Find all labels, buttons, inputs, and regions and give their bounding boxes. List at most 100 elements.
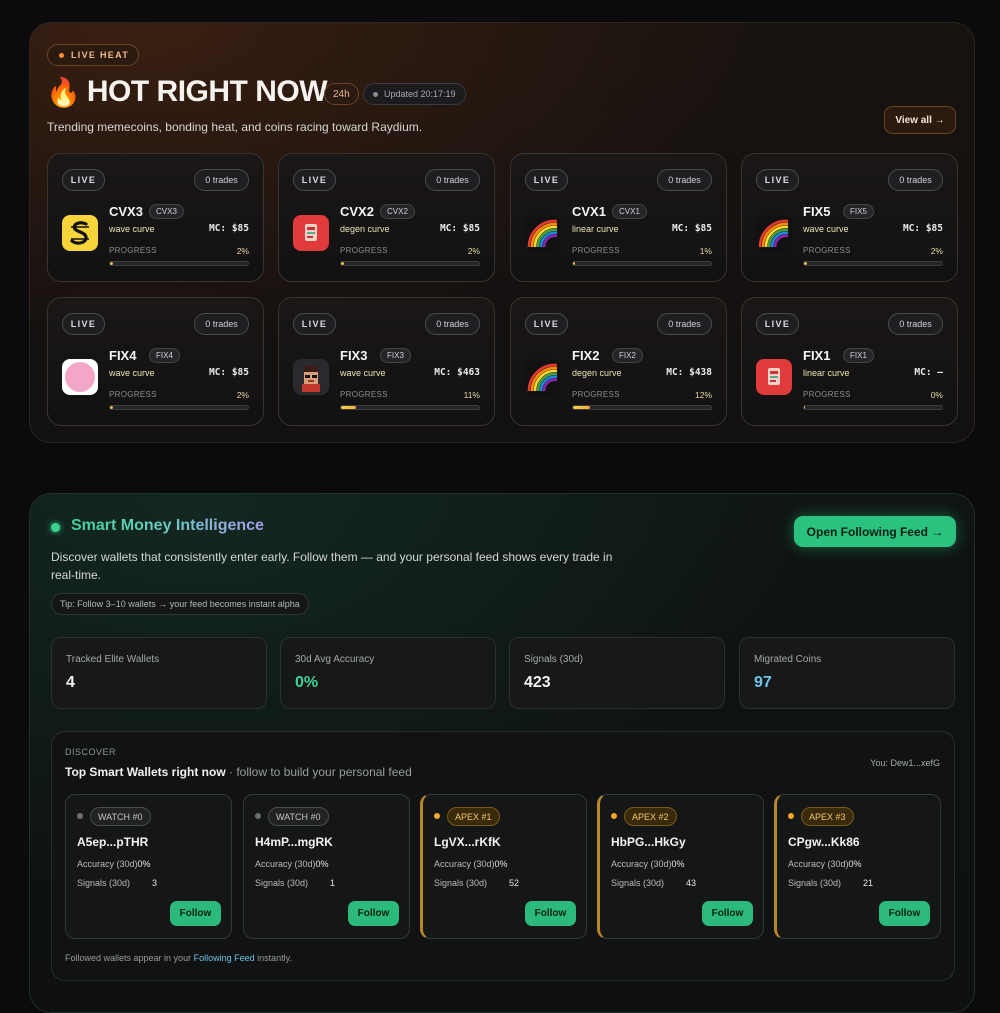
wallet-address[interactable]: CPgw...Kk86 bbox=[788, 835, 860, 849]
progress-bar bbox=[340, 405, 480, 410]
coin-card[interactable]: LIVE 0 trades FIX2 FIX2 degen curve MC: $438 P… bbox=[510, 297, 727, 426]
progress-fill bbox=[110, 406, 113, 409]
view-all-button[interactable]: View all → bbox=[884, 106, 956, 134]
accuracy-value: 0% bbox=[848, 859, 862, 869]
footnote-text: Followed wallets appear in your bbox=[65, 953, 194, 963]
coin-card[interactable]: LIVE 0 trades FIX4 FIX4 wave curve MC: $85 PRO… bbox=[47, 297, 264, 426]
signals-row: Signals (30d) 21 bbox=[788, 878, 873, 888]
live-badge: LIVE bbox=[525, 313, 568, 335]
follow-button[interactable]: Follow bbox=[702, 901, 753, 926]
follow-button[interactable]: Follow bbox=[879, 901, 930, 926]
follow-button[interactable]: Follow bbox=[348, 901, 399, 926]
rank-dot-icon bbox=[434, 813, 440, 819]
live-badge: LIVE bbox=[62, 313, 105, 335]
rank-badge: APEX #3 bbox=[801, 807, 854, 826]
following-feed-link[interactable]: Following Feed bbox=[194, 953, 255, 963]
discover-footnote: Followed wallets appear in your Followin… bbox=[65, 953, 292, 963]
discover-title-main: Top Smart Wallets right now bbox=[65, 765, 226, 779]
coin-card[interactable]: LIVE 0 trades CVX3 CVX3 wave curve MC: $85 PRO… bbox=[47, 153, 264, 282]
curve-type: wave curve bbox=[340, 368, 386, 378]
coin-card[interactable]: LIVE 0 trades CVX2 CVX2 degen curve MC: $85 PR… bbox=[278, 153, 495, 282]
signals-label: Signals (30d) bbox=[611, 878, 665, 888]
stat-label: 30d Avg Accuracy bbox=[295, 654, 375, 665]
wallet-card: APEX #1 LgVX...rKfK Accuracy (30d)0% Signal… bbox=[420, 794, 587, 939]
rank-dot-icon bbox=[788, 813, 794, 819]
accuracy-label: Accuracy (30d) bbox=[434, 859, 495, 869]
trades-count: 0 trades bbox=[657, 313, 712, 335]
discover-title-sub: · follow to build your personal feed bbox=[225, 765, 412, 779]
signals-value: 1 bbox=[330, 878, 336, 888]
progress-label: PROGRESS bbox=[340, 390, 388, 399]
wallet-address[interactable]: LgVX...rKfK bbox=[434, 835, 501, 849]
progress-label: PROGRESS bbox=[109, 390, 157, 399]
live-badge: LIVE bbox=[62, 169, 105, 191]
progress-label: PROGRESS bbox=[803, 246, 851, 255]
coin-name: CVX3 bbox=[109, 204, 143, 219]
current-user-wallet: You: Dew1...xefG bbox=[870, 758, 940, 768]
stat-card: Migrated Coins 97 bbox=[739, 637, 955, 709]
curve-type: degen curve bbox=[340, 224, 390, 234]
rainbow-icon bbox=[756, 215, 792, 251]
progress-bar bbox=[340, 261, 480, 266]
accuracy-value: 0% bbox=[315, 859, 329, 869]
discover-title: Top Smart Wallets right now · follow to … bbox=[65, 765, 412, 779]
market-cap: MC: — bbox=[914, 367, 943, 378]
trades-count: 0 trades bbox=[425, 313, 480, 335]
coin-card[interactable]: LIVE 0 trades FIX3 FIX3 wave curve MC: $463 PR… bbox=[278, 297, 495, 426]
wallet-card: APEX #2 HbPG...HkGy Accuracy (30d)0% Signal… bbox=[597, 794, 764, 939]
section-title: Smart Money Intelligence bbox=[71, 517, 264, 534]
hot-subtitle: Trending memecoins, bonding heat, and co… bbox=[47, 120, 423, 134]
coin-card[interactable]: LIVE 0 trades FIX1 FIX1 linear curve MC: — PRO… bbox=[741, 297, 958, 426]
signals-value: 52 bbox=[509, 878, 520, 888]
pink-circle-icon bbox=[62, 359, 98, 395]
coin-ticker: FIX1 bbox=[843, 348, 874, 363]
signals-row: Signals (30d) 3 bbox=[77, 878, 157, 888]
coin-ticker: FIX4 bbox=[149, 348, 180, 363]
accuracy-row: Accuracy (30d)0% bbox=[611, 859, 685, 869]
market-cap: MC: $85 bbox=[439, 223, 480, 234]
coin-name: FIX1 bbox=[803, 348, 831, 363]
rank-badge: APEX #2 bbox=[624, 807, 677, 826]
market-cap: MC: $463 bbox=[434, 367, 480, 378]
progress-bar bbox=[109, 261, 249, 266]
live-badge: LIVE bbox=[756, 169, 799, 191]
wallet-address[interactable]: H4mP...mgRK bbox=[255, 835, 333, 849]
open-following-feed-button[interactable]: Open Following Feed → bbox=[794, 516, 956, 547]
pixel-face-icon bbox=[293, 359, 329, 395]
progress-bar bbox=[109, 405, 249, 410]
wallet-card: WATCH #0 A5ep...pTHR Accuracy (30d)0% Signa… bbox=[65, 794, 232, 939]
progress-label: PROGRESS bbox=[803, 390, 851, 399]
accuracy-value: 0% bbox=[671, 859, 685, 869]
accuracy-row: Accuracy (30d)0% bbox=[255, 859, 329, 869]
progress-value: 11% bbox=[463, 390, 480, 400]
stat-card: 30d Avg Accuracy 0% bbox=[280, 637, 496, 709]
coin-name: CVX1 bbox=[572, 204, 606, 219]
progress-bar bbox=[803, 261, 943, 266]
rank-dot-icon bbox=[77, 813, 83, 819]
stat-value: 97 bbox=[754, 674, 772, 691]
trades-count: 0 trades bbox=[888, 169, 943, 191]
follow-button[interactable]: Follow bbox=[525, 901, 576, 926]
progress-fill bbox=[573, 406, 590, 409]
signals-label: Signals (30d) bbox=[255, 878, 309, 888]
progress-fill bbox=[341, 262, 344, 265]
wallet-address[interactable]: HbPG...HkGy bbox=[611, 835, 686, 849]
range-pill[interactable]: 24h bbox=[324, 83, 359, 105]
updated-pill: Updated 20:17:19 bbox=[363, 83, 466, 105]
rainbow-icon bbox=[525, 359, 561, 395]
coin-ticker: CVX1 bbox=[612, 204, 647, 219]
stat-label: Migrated Coins bbox=[754, 654, 822, 665]
coin-card[interactable]: LIVE 0 trades CVX1 CVX1 linear curve MC: $85 P… bbox=[510, 153, 727, 282]
accuracy-label: Accuracy (30d) bbox=[788, 859, 849, 869]
curve-type: degen curve bbox=[572, 368, 622, 378]
progress-label: PROGRESS bbox=[572, 246, 620, 255]
progress-fill bbox=[341, 406, 357, 409]
progress-value: 2% bbox=[236, 390, 249, 400]
follow-button[interactable]: Follow bbox=[170, 901, 221, 926]
status-dot-icon bbox=[51, 523, 60, 532]
coin-card[interactable]: LIVE 0 trades FIX5 FIX5 wave curve MC: $85 PRO… bbox=[741, 153, 958, 282]
status-dot-icon bbox=[373, 91, 378, 97]
wallet-address[interactable]: A5ep...pTHR bbox=[77, 835, 148, 849]
signals-row: Signals (30d) 43 bbox=[611, 878, 696, 888]
progress-fill bbox=[804, 406, 805, 409]
